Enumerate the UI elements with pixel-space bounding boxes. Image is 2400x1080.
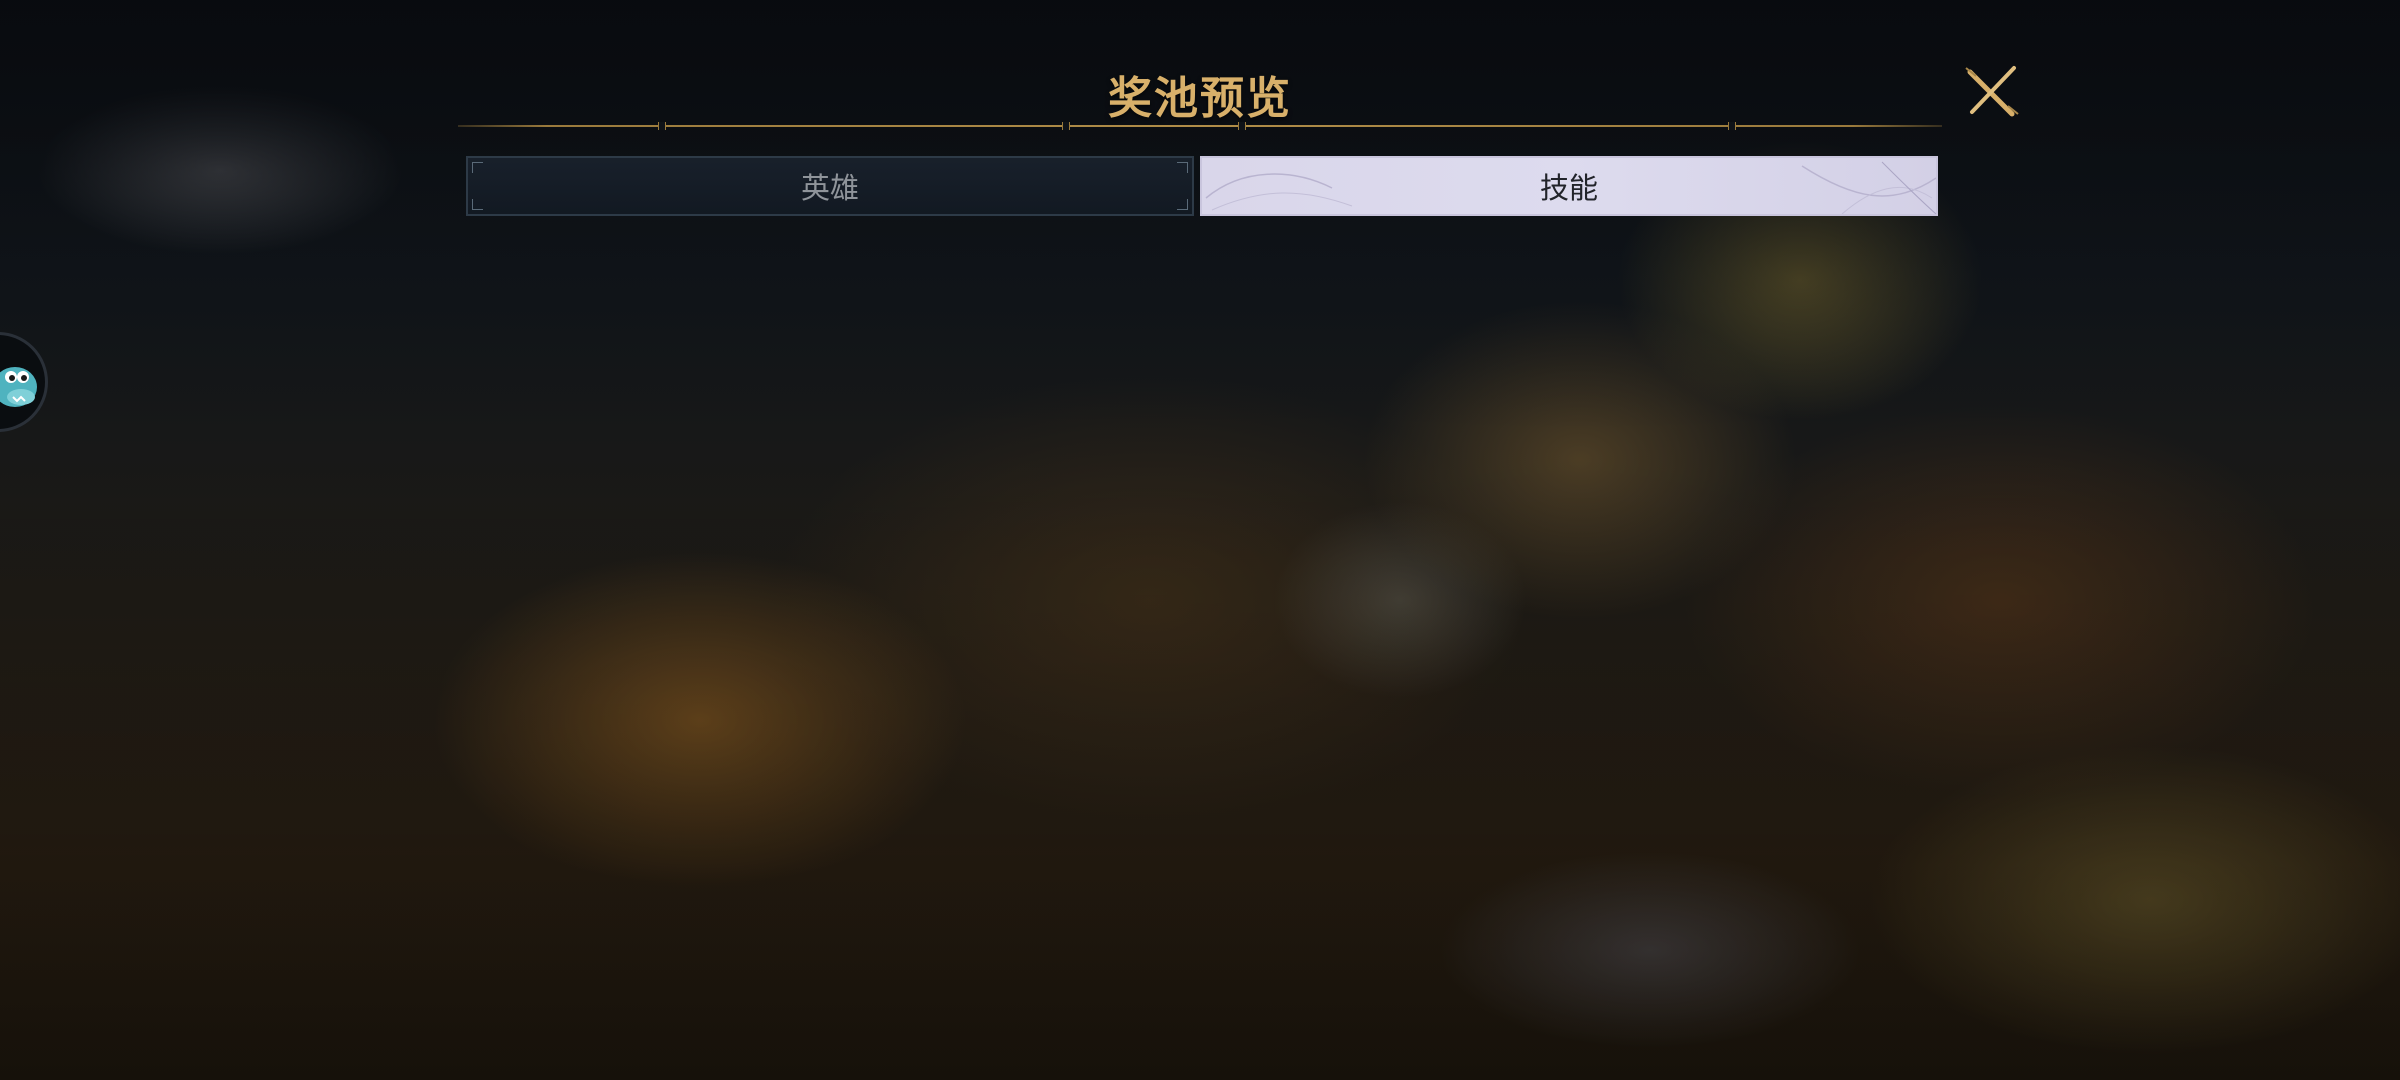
close-x-icon [1965, 66, 2019, 117]
tab-corner-ornament [1177, 162, 1188, 173]
prize-pool-preview-screen: 奖池预览 英雄 技能 [0, 0, 2400, 1080]
tab-heroes[interactable]: 英雄 [466, 156, 1194, 216]
tab-heroes-label: 英雄 [800, 171, 859, 205]
category-tabs: 英雄 技能 [466, 156, 1938, 218]
tab-skills[interactable]: 技能 [1200, 156, 1938, 216]
page-title: 奖池预览 [1108, 73, 1292, 124]
dinosaur-mascot-icon [0, 367, 37, 407]
divider-notch [1238, 122, 1246, 130]
divider-notch [1062, 122, 1070, 130]
title-divider [458, 120, 1942, 134]
tab-corner-ornament [1177, 199, 1188, 210]
divider-notch [658, 122, 666, 130]
close-button[interactable] [1962, 62, 2022, 122]
divider-notch [1728, 122, 1736, 130]
tab-skills-label: 技能 [1539, 171, 1598, 205]
divider-line [458, 125, 1942, 127]
tab-corner-ornament [472, 199, 483, 210]
floating-assistant-button[interactable] [0, 332, 48, 432]
tab-corner-ornament [472, 162, 483, 173]
